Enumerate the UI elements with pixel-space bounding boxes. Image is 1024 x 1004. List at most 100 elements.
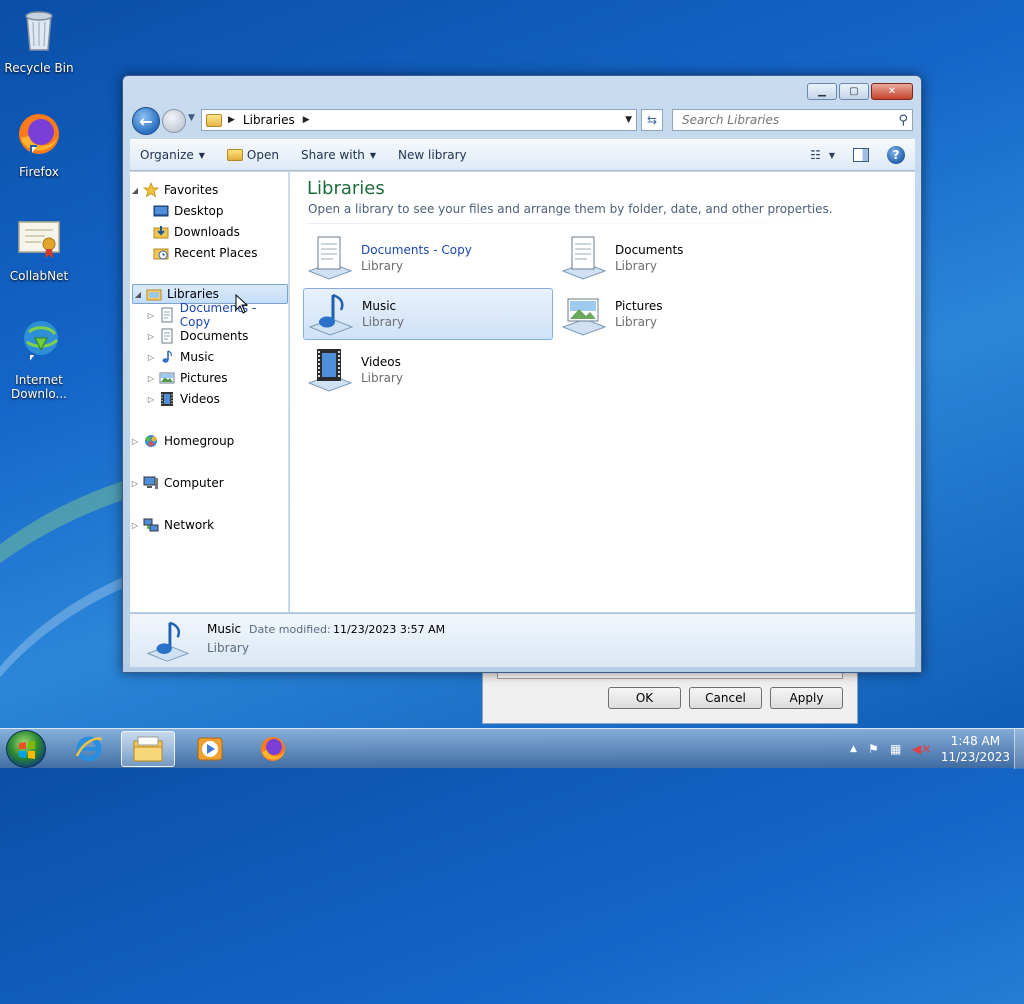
nav-label: Documents - Copy <box>179 301 257 329</box>
collapsed-triangle-icon[interactable]: ▷ <box>130 521 140 530</box>
view-controls: ☷ ▼ ? <box>810 146 905 164</box>
taskbar-firefox[interactable] <box>246 731 300 767</box>
search-input[interactable] <box>680 112 880 128</box>
tile-name: Videos <box>361 355 401 369</box>
collapsed-triangle-icon[interactable]: ▷ <box>130 437 140 446</box>
desktop-icon-collabnet[interactable]: CollabNet <box>4 214 74 283</box>
desktop-icon-internet-download-manager[interactable]: Internet Downlo... <box>4 318 74 401</box>
address-bar[interactable]: ▶ Libraries ▶ ▼ <box>201 109 637 131</box>
start-button[interactable] <box>6 730 46 768</box>
help-button[interactable]: ? <box>887 146 905 164</box>
expanded-triangle-icon[interactable]: ◢ <box>130 186 140 195</box>
volume-muted-icon[interactable]: ◀✕ <box>912 742 931 756</box>
back-button[interactable]: ← <box>132 107 160 135</box>
explorer-folder-icon <box>133 736 163 762</box>
chevron-right-icon[interactable]: ▶ <box>228 115 235 125</box>
nav-favorites[interactable]: ◢ Favorites <box>130 180 288 200</box>
library-tile-documents[interactable]: Documents Library <box>557 232 807 284</box>
show-hidden-icons-button[interactable]: ▲ <box>850 744 857 754</box>
chevron-down-icon: ▼ <box>369 150 377 160</box>
cancel-button[interactable]: Cancel <box>689 687 762 709</box>
refresh-button[interactable]: ⇆ <box>641 109 663 131</box>
apply-button[interactable]: Apply <box>770 687 843 709</box>
desktop-icon-label: CollabNet <box>9 269 69 283</box>
star-icon <box>143 182 159 198</box>
tile-name: Pictures <box>615 299 663 313</box>
tile-type: Library <box>361 259 403 273</box>
clock[interactable]: 1:48 AM 11/23/2023 <box>941 733 1010 765</box>
new-library-button[interactable]: New library <box>398 148 467 162</box>
nav-computer[interactable]: ▷ Computer <box>130 473 288 493</box>
nav-downloads[interactable]: Downloads <box>130 222 288 242</box>
downloads-folder-icon <box>153 226 169 239</box>
open-button[interactable]: Open <box>226 148 279 162</box>
close-button[interactable]: ✕ <box>871 83 913 100</box>
search-icon[interactable]: ⚲ <box>898 113 908 128</box>
preview-pane-button[interactable] <box>853 148 869 162</box>
desktop-icon-firefox[interactable]: Firefox <box>4 110 74 179</box>
recent-pages-button[interactable]: ▼ <box>188 113 195 123</box>
recycle-bin-icon <box>25 11 53 51</box>
collapsed-triangle-icon[interactable]: ▷ <box>130 479 140 488</box>
taskbar-windows-explorer[interactable] <box>121 731 175 767</box>
download-manager-icon <box>24 321 59 362</box>
nav-network[interactable]: ▷ Network <box>130 515 288 535</box>
maximize-button[interactable]: ▢ <box>839 83 869 100</box>
address-row: ← ▼ ▶ Libraries ▶ ▼ ⇆ ⚲ <box>131 107 913 135</box>
desktop-icon-label: Recycle Bin <box>4 61 74 75</box>
forward-button[interactable] <box>162 109 186 133</box>
taskbar-internet-explorer[interactable] <box>62 731 116 767</box>
details-name: Music <box>207 622 242 636</box>
collapsed-triangle-icon[interactable]: ▷ <box>146 353 156 362</box>
search-box[interactable]: ⚲ <box>672 109 913 131</box>
share-with-button[interactable]: Share with ▼ <box>301 148 376 162</box>
divider <box>306 223 898 224</box>
network-status-icon[interactable]: ▦ <box>890 742 901 756</box>
taskbar: ▲ ⚑ ▦ ◀✕ 1:48 AM 11/23/2023 <box>0 728 1024 769</box>
pictures-library-icon <box>561 298 607 336</box>
nav-library-documents[interactable]: ▷ Documents <box>130 326 288 346</box>
library-tile-music[interactable]: Music Library <box>303 288 553 340</box>
nav-label: Videos <box>180 392 220 406</box>
nav-recent-places[interactable]: Recent Places <box>130 243 288 263</box>
nav-library-documents-copy[interactable]: ▷ Documents - Copy <box>130 301 288 329</box>
organize-button[interactable]: Organize ▼ <box>140 148 205 162</box>
action-center-flag-icon[interactable]: ⚑ <box>868 742 879 756</box>
internet-explorer-icon <box>75 736 103 762</box>
nav-desktop[interactable]: Desktop <box>130 201 288 221</box>
libraries-folder-icon <box>206 113 222 127</box>
navigation-pane: ◢ Favorites Desktop Downloads Recent Pla… <box>130 172 289 612</box>
computer-icon <box>143 476 158 489</box>
collapsed-triangle-icon[interactable]: ▷ <box>146 395 156 404</box>
nav-library-pictures[interactable]: ▷ Pictures <box>130 368 288 388</box>
desktop-icon-recycle-bin[interactable]: Recycle Bin <box>4 6 74 75</box>
library-tile-videos[interactable]: Videos Library <box>303 344 553 396</box>
nav-library-videos[interactable]: ▷ Videos <box>130 389 288 409</box>
chevron-down-icon[interactable]: ▼ <box>625 115 632 125</box>
collapsed-triangle-icon[interactable]: ▷ <box>146 311 156 320</box>
taskbar-media-player[interactable] <box>183 731 237 767</box>
expanded-triangle-icon[interactable]: ◢ <box>133 290 143 299</box>
new-library-label: New library <box>398 148 467 162</box>
minimize-icon: ▁ <box>818 86 826 97</box>
chevron-down-icon: ▼ <box>198 150 205 160</box>
refresh-icon: ⇆ <box>646 113 658 127</box>
chevron-right-icon[interactable]: ▶ <box>303 115 310 125</box>
desktop-icon <box>153 205 169 217</box>
breadcrumb-libraries[interactable]: Libraries <box>243 113 295 127</box>
collapsed-triangle-icon[interactable]: ▷ <box>146 332 156 341</box>
document-library-icon <box>561 236 607 280</box>
nav-homegroup[interactable]: ▷ Homegroup <box>130 431 288 451</box>
nav-library-music[interactable]: ▷ Music <box>130 347 288 367</box>
firefox-icon <box>261 737 285 761</box>
firefox-icon <box>19 114 59 154</box>
show-desktop-button[interactable] <box>1014 729 1024 769</box>
library-tile-documents-copy[interactable]: Documents - Copy Library <box>303 232 553 284</box>
windows-logo-icon <box>19 741 35 759</box>
change-view-button[interactable]: ☷ ▼ <box>810 148 835 162</box>
minimize-button[interactable]: ▁ <box>807 83 837 100</box>
ok-button[interactable]: OK <box>608 687 681 709</box>
page-subtitle: Open a library to see your files and arr… <box>308 202 833 216</box>
collapsed-triangle-icon[interactable]: ▷ <box>146 374 156 383</box>
library-tile-pictures[interactable]: Pictures Library <box>557 288 807 340</box>
